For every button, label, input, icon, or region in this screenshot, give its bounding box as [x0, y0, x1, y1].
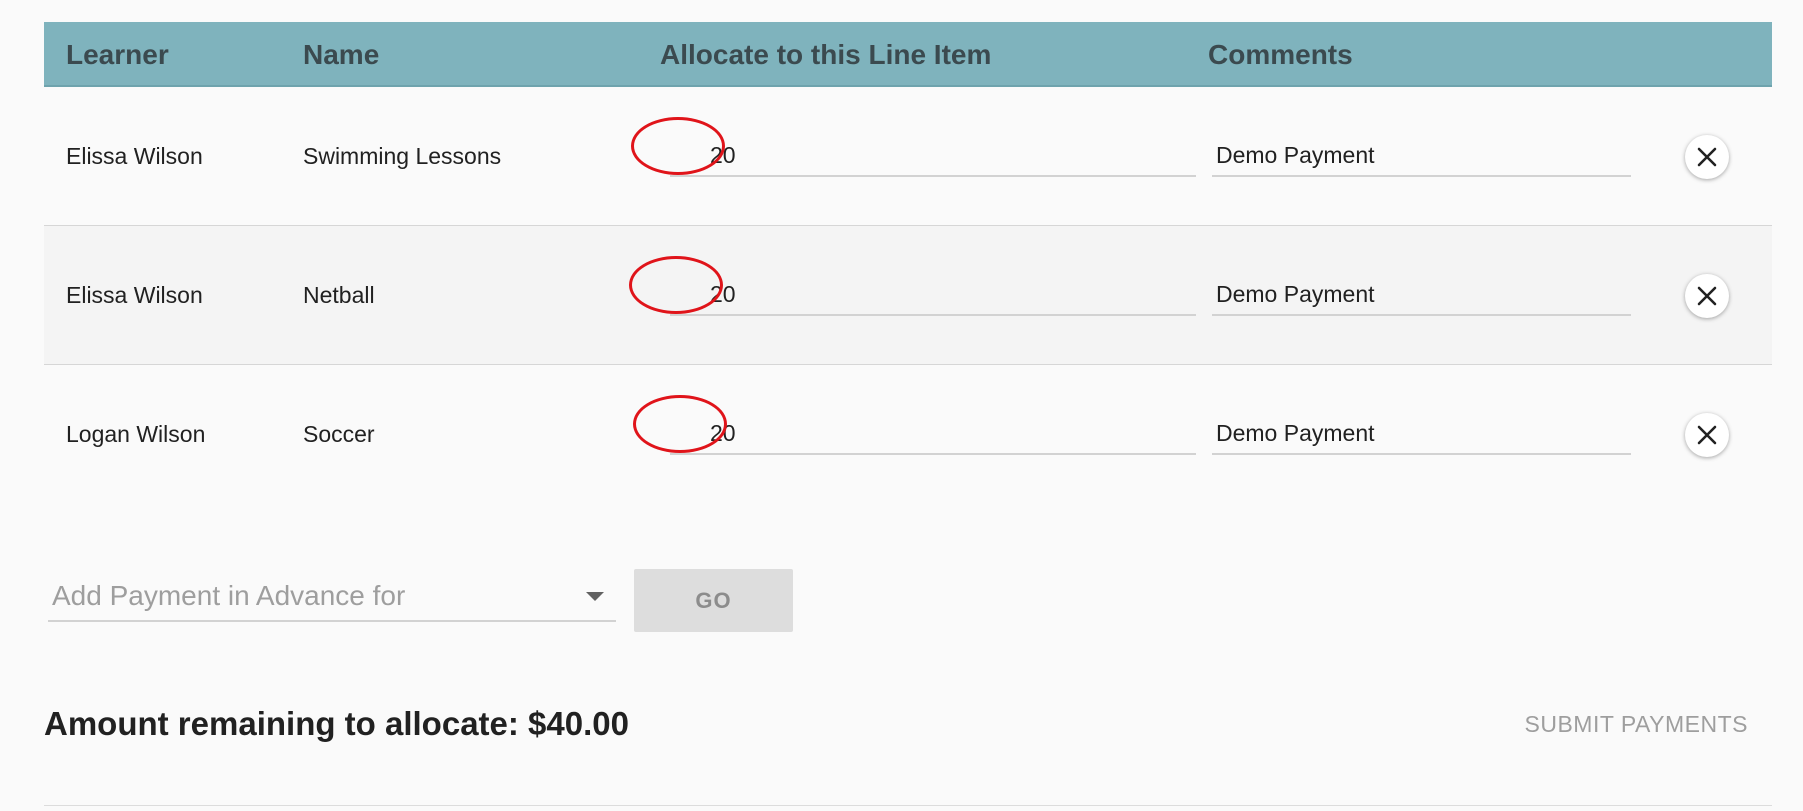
table-row: Logan Wilson Soccer	[44, 365, 1772, 504]
header-name: Name	[303, 39, 380, 70]
learner-cell: Logan Wilson	[66, 421, 206, 447]
comment-input[interactable]	[1212, 135, 1631, 177]
caret-down-icon	[586, 592, 604, 601]
remove-row-button[interactable]	[1685, 135, 1729, 179]
go-button[interactable]: GO	[634, 569, 793, 632]
header-allocate: Allocate to this Line Item	[660, 39, 992, 70]
allocate-amount-input[interactable]	[670, 274, 1196, 316]
name-cell: Soccer	[303, 421, 375, 447]
remove-row-button[interactable]	[1685, 274, 1729, 318]
amount-remaining-text: Amount remaining to allocate: $40.00	[44, 705, 629, 742]
allocate-amount-input[interactable]	[670, 135, 1196, 177]
learner-cell: Elissa Wilson	[66, 143, 203, 169]
close-icon	[1697, 286, 1717, 306]
close-icon	[1697, 147, 1717, 167]
name-cell: Swimming Lessons	[303, 143, 502, 169]
table-header: Learner Name Allocate to this Line Item …	[44, 22, 1772, 87]
comment-input[interactable]	[1212, 274, 1631, 316]
divider	[44, 805, 1772, 806]
table-row: Elissa Wilson Netball	[44, 226, 1772, 365]
name-cell: Netball	[303, 282, 375, 308]
advance-payment-select[interactable]: Add Payment in Advance for	[48, 572, 616, 622]
remove-row-button[interactable]	[1685, 413, 1729, 457]
comment-input[interactable]	[1212, 413, 1631, 455]
close-icon	[1697, 425, 1717, 445]
advance-payment-placeholder: Add Payment in Advance for	[52, 580, 406, 611]
header-learner: Learner	[66, 39, 169, 70]
learner-cell: Elissa Wilson	[66, 282, 203, 308]
allocation-table: Learner Name Allocate to this Line Item …	[44, 22, 1772, 504]
submit-payments-button[interactable]: SUBMIT PAYMENTS	[1500, 702, 1764, 746]
table-row: Elissa Wilson Swimming Lessons	[44, 87, 1772, 226]
allocate-amount-input[interactable]	[670, 413, 1196, 455]
header-comments: Comments	[1208, 39, 1353, 70]
